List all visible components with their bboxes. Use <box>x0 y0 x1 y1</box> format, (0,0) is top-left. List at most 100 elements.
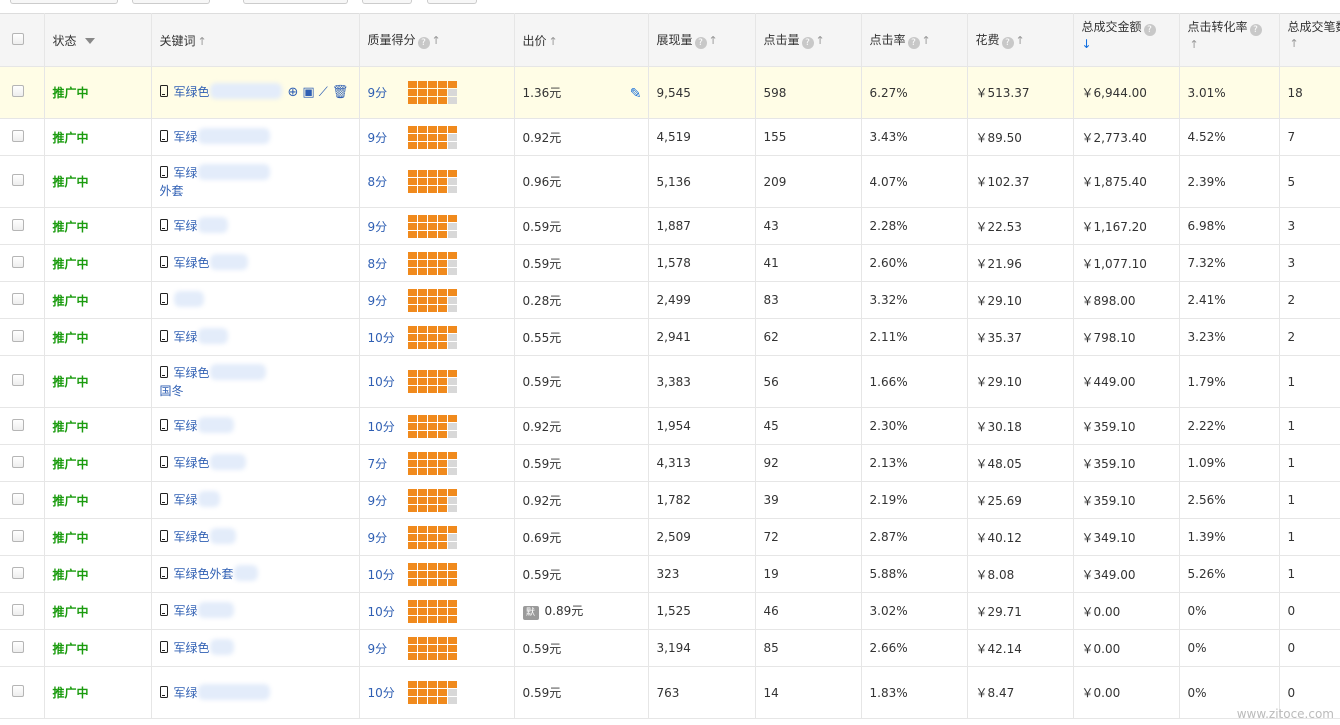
keyword-link[interactable]: 军绿 <box>174 419 198 433</box>
quality-score[interactable]: 9分 <box>368 492 408 509</box>
toolbar-button[interactable] <box>243 0 348 4</box>
trash-icon[interactable]: 🗑 <box>332 85 349 100</box>
keyword-link[interactable]: 军绿色外套 <box>174 567 234 581</box>
bid-cell[interactable]: 0.28元 <box>514 281 649 319</box>
row-checkbox[interactable] <box>12 174 24 186</box>
row-checkbox[interactable] <box>12 492 24 505</box>
pencil-icon[interactable]: ✎ <box>630 86 642 102</box>
table-row[interactable]: 推广中 军绿色 国冬 10分 0.59元 3,383 56 1.66% ￥29.10 ￥449.0… <box>0 355 1340 408</box>
bid-cell[interactable]: 0.59元 <box>514 555 649 593</box>
col-total-orders[interactable]: 总成交笔数 ↑ <box>1279 13 1340 67</box>
bid-cell[interactable]: 0.55元 <box>514 318 649 356</box>
quality-score[interactable]: 8分 <box>368 255 408 272</box>
quality-score[interactable]: 10分 <box>368 329 408 346</box>
keyword-link[interactable]: 军绿色 <box>174 530 210 544</box>
table-row[interactable]: 推广中 军绿 外套 8分 0.96元 5,136 209 4.07% ￥102.37 ￥1,875… <box>0 155 1340 208</box>
quality-score[interactable]: 9分 <box>368 84 408 101</box>
row-checkbox[interactable] <box>12 129 24 142</box>
bid-cell[interactable]: 0.59元 <box>514 444 649 482</box>
row-checkbox[interactable] <box>12 529 24 542</box>
quality-score[interactable]: 9分 <box>368 529 408 546</box>
keyword-link[interactable]: 军绿 <box>174 686 198 700</box>
table-row[interactable]: 推广中 军绿色 9分 0.69元 2,509 72 2.87% ￥40.12 ￥349.10 1.… <box>0 518 1340 556</box>
help-icon[interactable]: ? <box>1249 24 1262 36</box>
bid-cell[interactable]: 0.59元 <box>514 244 649 282</box>
col-conv-rate[interactable]: 点击转化率? ↑ <box>1179 13 1280 67</box>
row-checkbox[interactable] <box>12 374 24 386</box>
table-row[interactable]: 推广中 军绿 9分 0.59元 1,887 43 2.28% ￥22.53 ￥1,167.20 6… <box>0 207 1340 245</box>
row-checkbox[interactable] <box>12 418 24 431</box>
col-status[interactable]: 状态 <box>44 13 152 67</box>
sort-up-icon[interactable]: ↑ <box>1290 37 1299 50</box>
table-row[interactable]: 推广中 军绿 10分 0.59元 763 14 1.83% ￥8.47 ￥0.00 0% 0 <box>0 666 1340 719</box>
keyword-link[interactable]: 军绿色 <box>174 456 210 470</box>
row-checkbox[interactable] <box>12 255 24 268</box>
quality-score[interactable]: 10分 <box>368 566 408 583</box>
toolbar-button[interactable] <box>10 0 118 4</box>
quality-score[interactable]: 8分 <box>368 173 408 190</box>
help-icon[interactable]: ? <box>907 37 920 49</box>
row-checkbox[interactable] <box>12 329 24 342</box>
sort-up-icon[interactable]: ↑ <box>549 35 558 48</box>
help-icon[interactable]: ? <box>1001 37 1014 49</box>
row-checkbox[interactable] <box>12 218 24 231</box>
trend-chart-icon[interactable]: ⟋ <box>319 85 328 100</box>
table-row[interactable]: 推广中 9分 0.28元 2,499 83 3.32% ￥29.10 ￥898.00 2.41%… <box>0 281 1340 319</box>
bid-cell[interactable]: 1.36元 ✎ <box>514 66 649 119</box>
quality-score[interactable]: 9分 <box>368 640 408 657</box>
bid-cell[interactable]: 0.69元 <box>514 518 649 556</box>
keyword-link[interactable]: 军绿色 <box>174 256 210 270</box>
row-checkbox[interactable] <box>12 566 24 579</box>
bid-cell[interactable]: 0.59元 <box>514 666 649 719</box>
sort-up-icon[interactable]: ↑ <box>198 35 207 48</box>
table-row[interactable]: 推广中 军绿 10分 0.55元 2,941 62 2.11% ￥35.37 ￥798.10 3.… <box>0 318 1340 356</box>
table-row[interactable]: 推广中 军绿 10分 0.92元 1,954 45 2.30% ￥30.18 ￥359.10 2.… <box>0 407 1340 445</box>
keyword-link[interactable]: 军绿 <box>174 330 198 344</box>
row-checkbox[interactable] <box>12 640 24 653</box>
help-icon[interactable]: ? <box>801 37 814 49</box>
keyword-link[interactable]: 军绿色 <box>174 641 210 655</box>
table-row[interactable]: 推广中 军绿色 8分 0.59元 1,578 41 2.60% ￥21.96 ￥1,077.10… <box>0 244 1340 282</box>
toolbar-button[interactable] <box>132 0 210 4</box>
mobile-chart-icon[interactable]: ▣ <box>302 85 314 100</box>
row-checkbox[interactable] <box>12 455 24 468</box>
keyword-link[interactable]: 军绿 <box>174 166 198 180</box>
quality-score[interactable]: 9分 <box>368 292 408 309</box>
col-impressions[interactable]: 展现量? ↑ <box>648 13 756 67</box>
row-checkbox[interactable] <box>12 603 24 616</box>
table-row[interactable]: 推广中 军绿色外套 10分 0.59元 323 19 5.88% ￥8.08 ￥349.00 5.… <box>0 555 1340 593</box>
row-checkbox[interactable] <box>12 85 24 97</box>
quality-score[interactable]: 9分 <box>368 129 408 146</box>
col-clicks[interactable]: 点击量? ↑ <box>755 13 862 67</box>
keyword-link[interactable]: 军绿 <box>174 130 198 144</box>
help-icon[interactable]: ? <box>694 37 707 49</box>
row-checkbox[interactable] <box>12 292 24 305</box>
col-total-amount[interactable]: 总成交金额? ↓ <box>1073 13 1180 67</box>
sort-up-icon[interactable]: ↑ <box>1190 38 1199 51</box>
bid-cell[interactable]: 0.92元 <box>514 407 649 445</box>
table-row[interactable]: 推广中 军绿 10分 默 0.89元 1,525 46 3.02% ￥29.71 ￥0.00 0% 0 <box>0 592 1340 630</box>
bid-cell[interactable]: 0.59元 <box>514 629 649 667</box>
sort-up-icon[interactable]: ↑ <box>922 34 931 47</box>
table-row[interactable]: 推广中 军绿 9分 0.92元 4,519 155 3.43% ￥89.50 ￥2,773.40… <box>0 118 1340 156</box>
keyword-link[interactable]: 军绿 <box>174 604 198 618</box>
sort-up-icon[interactable]: ↑ <box>432 34 441 47</box>
keyword-link[interactable]: 军绿色 <box>174 366 210 380</box>
chevron-down-icon[interactable] <box>84 37 95 44</box>
help-icon[interactable]: ? <box>417 37 430 49</box>
select-all-checkbox[interactable] <box>12 32 24 45</box>
quality-score[interactable]: 9分 <box>368 218 408 235</box>
toolbar-button[interactable] <box>427 0 477 4</box>
bid-cell[interactable]: 0.59元 <box>514 207 649 245</box>
bid-cell[interactable]: 默 0.89元 <box>514 592 649 630</box>
bid-cell[interactable]: 0.92元 <box>514 481 649 519</box>
quality-score[interactable]: 10分 <box>368 373 408 390</box>
table-row[interactable]: 推广中 军绿色 7分 0.59元 4,313 92 2.13% ￥48.05 ￥359.10 1.… <box>0 444 1340 482</box>
col-ctr[interactable]: 点击率? ↑ <box>861 13 968 67</box>
quality-score[interactable]: 10分 <box>368 418 408 435</box>
quality-score[interactable]: 10分 <box>368 684 408 701</box>
help-icon[interactable]: ? <box>1143 24 1156 36</box>
quality-score[interactable]: 10分 <box>368 603 408 620</box>
keyword-link[interactable]: 军绿 <box>174 219 198 233</box>
bid-cell[interactable]: 0.92元 <box>514 118 649 156</box>
